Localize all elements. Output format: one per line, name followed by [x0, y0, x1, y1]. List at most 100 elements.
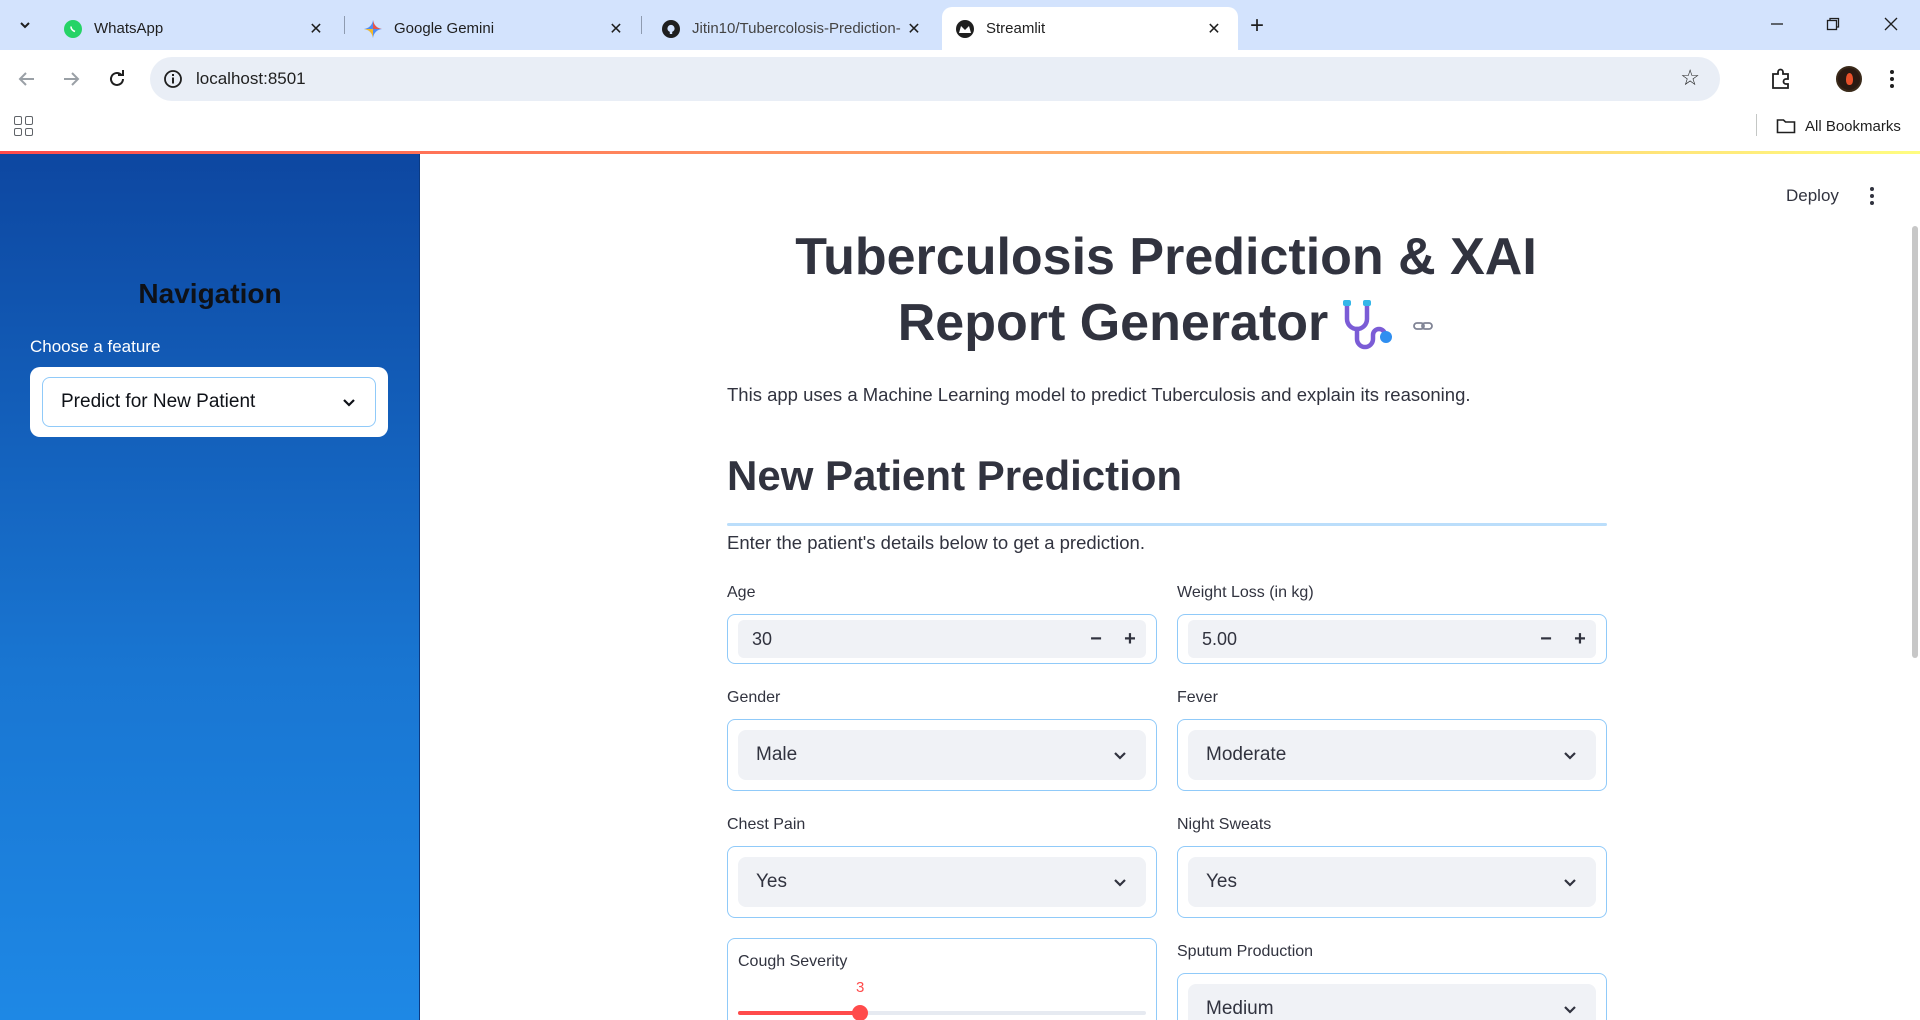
slider-thumb[interactable] [852, 1005, 868, 1020]
cough-severity-value: 3 [856, 979, 865, 996]
age-increment-button[interactable]: + [1110, 620, 1150, 658]
page-title-line2-row: Report Generator [727, 290, 1605, 356]
night-sweats-value: Yes [1206, 871, 1237, 892]
extensions-button[interactable] [1766, 64, 1796, 94]
folder-icon [1776, 119, 1796, 134]
night-sweats-select[interactable]: Yes [1188, 857, 1596, 907]
tab-streamlit[interactable]: Streamlit ✕ [942, 7, 1238, 50]
address-bar[interactable]: localhost:8501 ☆ [150, 57, 1720, 101]
tab-title: Jitin10/Tubercolosis-Prediction- [692, 20, 901, 37]
whatsapp-icon [64, 19, 82, 38]
chest-pain-select-box: Yes [727, 846, 1157, 918]
app-menu-button[interactable] [1862, 184, 1882, 208]
close-icon[interactable]: ✕ [606, 19, 626, 39]
sputum-production-select[interactable]: Medium [1188, 984, 1596, 1020]
close-window-button[interactable] [1866, 8, 1916, 40]
chest-pain-select[interactable]: Yes [738, 857, 1146, 907]
tab-title: Google Gemini [394, 20, 495, 37]
reload-button[interactable] [102, 64, 132, 94]
new-tab-button[interactable]: + [1243, 12, 1271, 40]
browser-menu-button[interactable] [1880, 64, 1904, 94]
reload-icon [110, 70, 124, 86]
age-input: 30 − + [727, 614, 1157, 664]
intro-text: This app uses a Machine Learning model t… [727, 384, 1471, 405]
bookmark-star-icon[interactable]: ☆ [1680, 65, 1700, 91]
weight-loss-label: Weight Loss (in kg) [1177, 584, 1314, 601]
chest-pain-value: Yes [756, 871, 787, 892]
link-icon[interactable] [1412, 315, 1434, 337]
close-icon[interactable]: ✕ [1204, 19, 1224, 39]
weight-loss-increment-button[interactable]: + [1560, 620, 1600, 658]
gemini-icon [364, 19, 382, 38]
scrollbar-thumb[interactable] [1912, 226, 1918, 658]
apps-grid-icon[interactable] [14, 116, 34, 136]
tab-whatsapp[interactable]: WhatsApp ✕ [50, 7, 340, 50]
gender-select[interactable]: Male [738, 730, 1146, 780]
github-icon [662, 19, 680, 38]
fever-select-box: Moderate [1177, 719, 1607, 791]
page-title-line2: Report Generator [897, 294, 1329, 352]
all-bookmarks-label: All Bookmarks [1805, 117, 1901, 135]
tab-title: Streamlit [986, 20, 1046, 37]
forward-button[interactable] [56, 64, 86, 94]
minimize-button[interactable] [1752, 8, 1802, 40]
tab-google-gemini[interactable]: Google Gemini ✕ [350, 7, 640, 50]
chevron-down-icon [1564, 1006, 1576, 1014]
close-icon [1884, 17, 1898, 31]
deploy-button[interactable]: Deploy [1786, 186, 1839, 206]
fever-select[interactable]: Moderate [1188, 730, 1596, 780]
cough-severity-slider[interactable] [738, 1005, 1146, 1020]
sidebar: Navigation Choose a feature Predict for … [0, 154, 420, 1020]
stethoscope-icon [1343, 300, 1393, 350]
chevron-down-icon [1114, 752, 1126, 760]
night-sweats-select-box: Yes [1177, 846, 1607, 918]
age-value: 30 [752, 629, 773, 649]
close-icon[interactable]: ✕ [904, 19, 924, 39]
arrow-left-icon [18, 72, 34, 86]
back-button[interactable] [12, 64, 42, 94]
profile-avatar[interactable] [1836, 66, 1862, 92]
slider-fill [738, 1011, 860, 1015]
section-subtext: Enter the patient's details below to get… [727, 532, 1145, 553]
sputum-production-select-box: Medium [1177, 973, 1607, 1020]
feature-select[interactable]: Predict for New Patient [42, 377, 376, 427]
chevron-down-icon [1564, 879, 1576, 887]
restore-icon [1826, 17, 1840, 31]
gender-select-box: Male [727, 719, 1157, 791]
gender-label: Gender [727, 689, 781, 706]
fever-value: Moderate [1206, 744, 1287, 765]
weight-loss-field[interactable]: 5.00 − + [1188, 620, 1596, 658]
sputum-production-value: Medium [1206, 998, 1274, 1019]
chevron-down-icon [1564, 752, 1576, 760]
restore-button[interactable] [1808, 8, 1858, 40]
arrow-right-icon [64, 72, 80, 86]
weight-loss-input: 5.00 − + [1177, 614, 1607, 664]
close-icon[interactable]: ✕ [306, 19, 326, 39]
tab-divider [344, 16, 345, 34]
url-text[interactable]: localhost:8501 [196, 69, 306, 89]
weight-loss-value: 5.00 [1202, 629, 1238, 649]
tab-github[interactable]: Jitin10/Tubercolosis-Prediction- ✕ [648, 7, 938, 50]
puzzle-icon [1772, 68, 1789, 89]
feature-select-value: Predict for New Patient [61, 391, 256, 412]
minimize-icon [1771, 23, 1783, 25]
feature-select-card: Predict for New Patient [30, 367, 388, 437]
age-field[interactable]: 30 − + [738, 620, 1146, 658]
streamlit-icon [956, 19, 974, 38]
all-bookmarks-button[interactable]: All Bookmarks [1776, 114, 1901, 138]
chevron-down-icon [20, 22, 30, 29]
page-title-line1: Tuberculosis Prediction & XAI [795, 228, 1537, 286]
fever-label: Fever [1177, 689, 1218, 706]
sidebar-title: Navigation [138, 278, 282, 309]
tab-divider [641, 16, 642, 34]
night-sweats-label: Night Sweats [1177, 816, 1272, 833]
cough-severity-box: Cough Severity 3 [727, 938, 1157, 1020]
tab-search-button[interactable] [10, 10, 40, 40]
age-label: Age [727, 584, 756, 601]
chevron-down-icon [1114, 879, 1126, 887]
page-title: Tuberculosis Prediction & XAI Report Gen… [727, 224, 1605, 356]
site-info-icon[interactable] [162, 68, 184, 90]
bookmark-divider [1756, 114, 1757, 136]
browser-tab-strip: WhatsApp ✕ Google Gemini ✕ Jitin10/Tuber… [0, 0, 1920, 50]
cough-severity-label: Cough Severity [738, 953, 848, 970]
